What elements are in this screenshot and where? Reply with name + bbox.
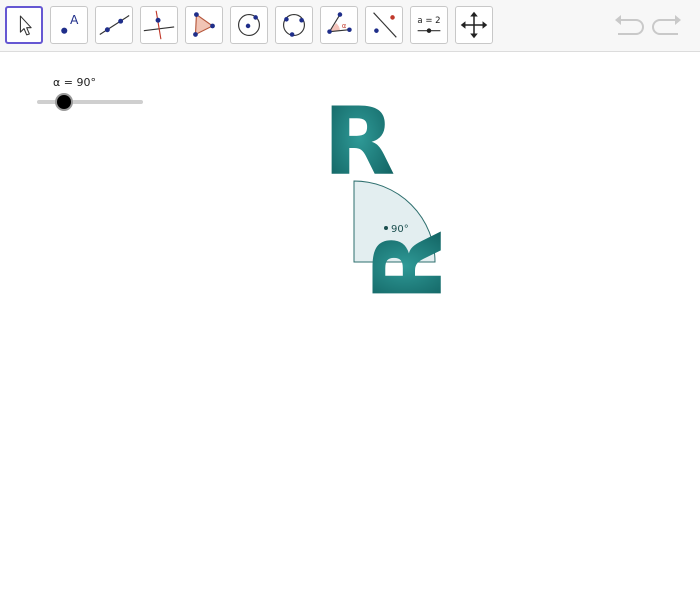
circle-three-points-icon	[283, 14, 305, 37]
angle-icon: α	[327, 12, 352, 34]
point-with-label-icon: A	[61, 13, 79, 34]
angle-label-dot	[384, 226, 388, 230]
line-tool-button[interactable]	[95, 6, 133, 44]
point-tool-letter: A	[70, 13, 79, 27]
circle-through-points-tool-button[interactable]	[275, 6, 313, 44]
point-tool-button[interactable]: A	[50, 6, 88, 44]
slider-icon: a = 2	[417, 16, 441, 33]
angle-tool-button[interactable]: α	[320, 6, 358, 44]
polygon-tool-button[interactable]	[185, 6, 223, 44]
perpendicular-line-tool-button[interactable]	[140, 6, 178, 44]
rotated-letter-r: R	[355, 230, 464, 302]
undo-icon[interactable]	[612, 12, 646, 40]
cursor-arrow-icon	[19, 15, 32, 36]
angle-sector	[353, 180, 436, 263]
angle-value-label: 90°	[391, 224, 409, 235]
reflect-about-line-icon	[373, 12, 397, 38]
redo-icon[interactable]	[650, 12, 684, 40]
slider-tool-button[interactable]: a = 2	[410, 6, 448, 44]
angle-slider-label: α = 90°	[53, 76, 96, 89]
move-graphics-view-tool-button[interactable]	[455, 6, 493, 44]
move-tool-button[interactable]	[5, 6, 43, 44]
slider-tool-label: a = 2	[417, 16, 440, 26]
polygon-icon	[193, 12, 215, 37]
original-letter-r: R	[323, 88, 395, 197]
line-through-two-points-icon	[99, 15, 130, 35]
reflect-tool-button[interactable]	[365, 6, 403, 44]
toolbar: A α a = 2	[0, 0, 700, 52]
angle-slider-track[interactable]	[37, 100, 143, 104]
angle-tool-symbol: α	[342, 22, 347, 30]
graphics-view: R 90° R	[323, 88, 464, 302]
circle-center-point-icon	[238, 14, 260, 36]
move-graphics-view-icon	[460, 11, 488, 39]
angle-slider-handle[interactable]	[56, 95, 71, 109]
perpendicular-line-icon	[143, 10, 175, 40]
circle-tool-button[interactable]	[230, 6, 268, 44]
